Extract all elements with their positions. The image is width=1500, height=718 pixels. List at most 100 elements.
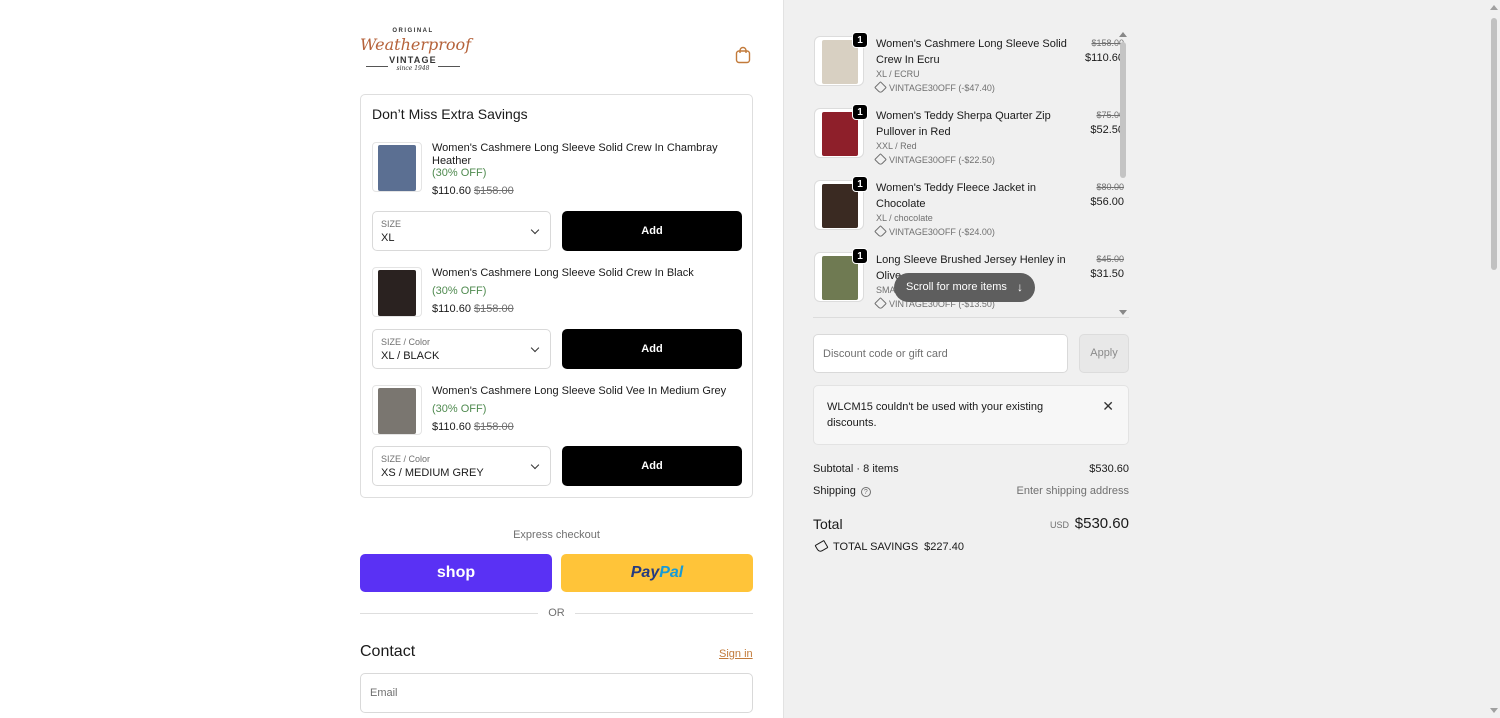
sale-price: $110.60 [432,185,471,197]
compare-price: $158.00 [473,185,514,197]
savings-label: TOTAL SAVINGS [833,541,919,553]
chevron-down-icon [530,343,540,353]
size-select-label: SIZE / Color [381,454,431,464]
discount-tag-icon [874,81,887,94]
size-select[interactable]: SIZE XL [372,211,551,251]
email-field[interactable] [360,673,753,713]
shop-pay-button[interactable]: shop [360,554,552,592]
logo-brand-name: Weatherproof [360,35,472,54]
size-select-value: XS / MEDIUM GREY [381,467,484,479]
product-image [378,270,416,316]
page-scrollbar-thumb[interactable] [1491,18,1497,270]
sale-price: $110.60 [432,303,471,315]
upsell-item-name: Women's Cashmere Long Sleeve Solid Crew … [432,142,718,167]
upsell-item-price: $110.60 $158.00 [432,303,514,315]
discount-code-input[interactable] [813,334,1068,373]
discount-code-text: VINTAGE30OFF (-$47.40) [889,83,995,93]
chevron-down-icon [530,225,540,235]
compare-price: $158.00 [473,421,514,433]
discount-tag-icon [874,297,887,310]
cart-scrollbar[interactable] [1118,30,1128,317]
upsell-item: Women's Cashmere Long Sleeve Solid Crew … [372,267,742,379]
add-button[interactable]: Add [562,329,742,369]
currency-code: USD [1049,520,1069,530]
upsell-item-price: $110.60 $158.00 [432,421,514,433]
scroll-up-arrow-icon[interactable] [1490,5,1498,10]
cart-divider [813,317,1129,318]
cart-item-discount: VINTAGE30OFF (-$47.40) [874,81,995,94]
product-image [378,145,416,191]
scroll-hint-text: Scroll for more items [906,281,1007,293]
total-label: Total [813,516,843,532]
product-thumbnail [372,142,422,192]
scroll-up-arrow-icon[interactable] [1119,32,1127,37]
upsell-item: Women's Cashmere Long Sleeve Solid Vee I… [372,385,742,497]
subtotal-row: Subtotal · 8 items $530.60 [813,463,1129,479]
size-select-label: SIZE [381,219,402,229]
logo-vintage-text: VINTAGE [389,55,437,65]
scroll-for-more-button[interactable]: Scroll for more items ↓ [894,273,1035,302]
logo-flourish-left [366,66,388,67]
upsell-item-name: Women's Cashmere Long Sleeve Solid Vee I… [432,385,727,397]
shipping-value: Enter shipping address [1016,485,1129,497]
paypal-button[interactable]: PayPal [561,554,753,592]
shop-pay-label: shop [436,564,476,581]
product-thumbnail [372,267,422,317]
sign-in-link[interactable]: Sign in [719,648,753,660]
shipping-label: Shipping [813,485,856,497]
scroll-down-arrow-icon[interactable] [1119,310,1127,315]
cart-item: 1 Women's Teddy Sherpa Quarter Zip Pullo… [814,102,1124,174]
size-select-value: XL [381,232,395,244]
size-select-value: XL / BLACK [381,350,440,362]
total-row: Total USD $530.60 [813,515,1129,535]
cart-item-name: Women's Cashmere Long Sleeve Solid Crew … [876,38,1067,66]
upsell-item: Women's Cashmere Long Sleeve Solid Crew … [372,142,742,254]
cart-item-name: Women's Teddy Sherpa Quarter Zip Pullove… [876,110,1051,138]
brand-logo[interactable]: ORIGINAL Weatherproof VINTAGE since 1948 [360,28,472,82]
page-scrollbar[interactable] [1488,0,1500,718]
upsell-panel: Don’t Miss Extra Savings Women's Cashmer… [360,94,753,498]
savings-tag-icon [814,539,829,554]
scroll-down-arrow-icon[interactable] [1490,708,1498,713]
close-icon[interactable]: ✕ [1102,398,1114,414]
discount-tag-icon [874,225,887,238]
divider-line-right [575,613,753,614]
subtotal-value: $530.60 [1089,463,1129,475]
size-color-select[interactable]: SIZE / Color XS / MEDIUM GREY [372,446,551,486]
discount-code-text: VINTAGE30OFF (-$24.00) [889,227,995,237]
or-divider: OR [360,606,753,620]
cart-item-discount: VINTAGE30OFF (-$24.00) [874,225,995,238]
discount-error-message: WLCM15 couldn't be used with your existi… [827,401,1044,429]
shipping-label-wrap: Shipping? [813,485,871,497]
quantity-badge: 1 [852,104,868,120]
cart-item-variant: XXL / Red [876,141,917,151]
size-color-select[interactable]: SIZE / Color XL / BLACK [372,329,551,369]
discount-error-notice: WLCM15 couldn't be used with your existi… [813,385,1129,445]
savings-amount: $227.40 [924,541,964,553]
logo-original-text: ORIGINAL [392,28,434,34]
upsell-title: Don’t Miss Extra Savings [372,106,528,122]
cart-item: 1 Women's Teddy Fleece Jacket in Chocola… [814,174,1124,246]
quantity-badge: 1 [852,248,868,264]
cart-item-variant: XL / chocolate [876,213,933,223]
apply-discount-button[interactable]: Apply [1079,334,1129,373]
cart-scrollbar-thumb[interactable] [1120,42,1126,178]
help-icon[interactable]: ? [860,487,871,497]
discount-code-text: VINTAGE30OFF (-$22.50) [889,155,995,165]
contact-heading: Contact [360,643,416,660]
compare-price: $158.00 [473,303,514,315]
product-image [378,388,416,434]
chevron-down-icon [530,460,540,470]
cart-item: 1 Women's Cashmere Long Sleeve Solid Cre… [814,30,1124,102]
subtotal-label: Subtotal · 8 items [813,463,899,475]
paypal-logo-part-1: Pay [630,564,660,581]
upsell-item-discount: (30% OFF) [432,167,487,179]
cart-item-variant: XL / ECRU [876,69,920,79]
shopping-bag-icon[interactable] [735,46,751,64]
upsell-item-discount: (30% OFF) [432,403,487,415]
express-checkout-label: Express checkout [513,529,600,541]
arrow-down-icon: ↓ [1017,280,1023,294]
add-button[interactable]: Add [562,446,742,486]
upsell-item-discount: (30% OFF) [432,285,487,297]
add-button[interactable]: Add [562,211,742,251]
